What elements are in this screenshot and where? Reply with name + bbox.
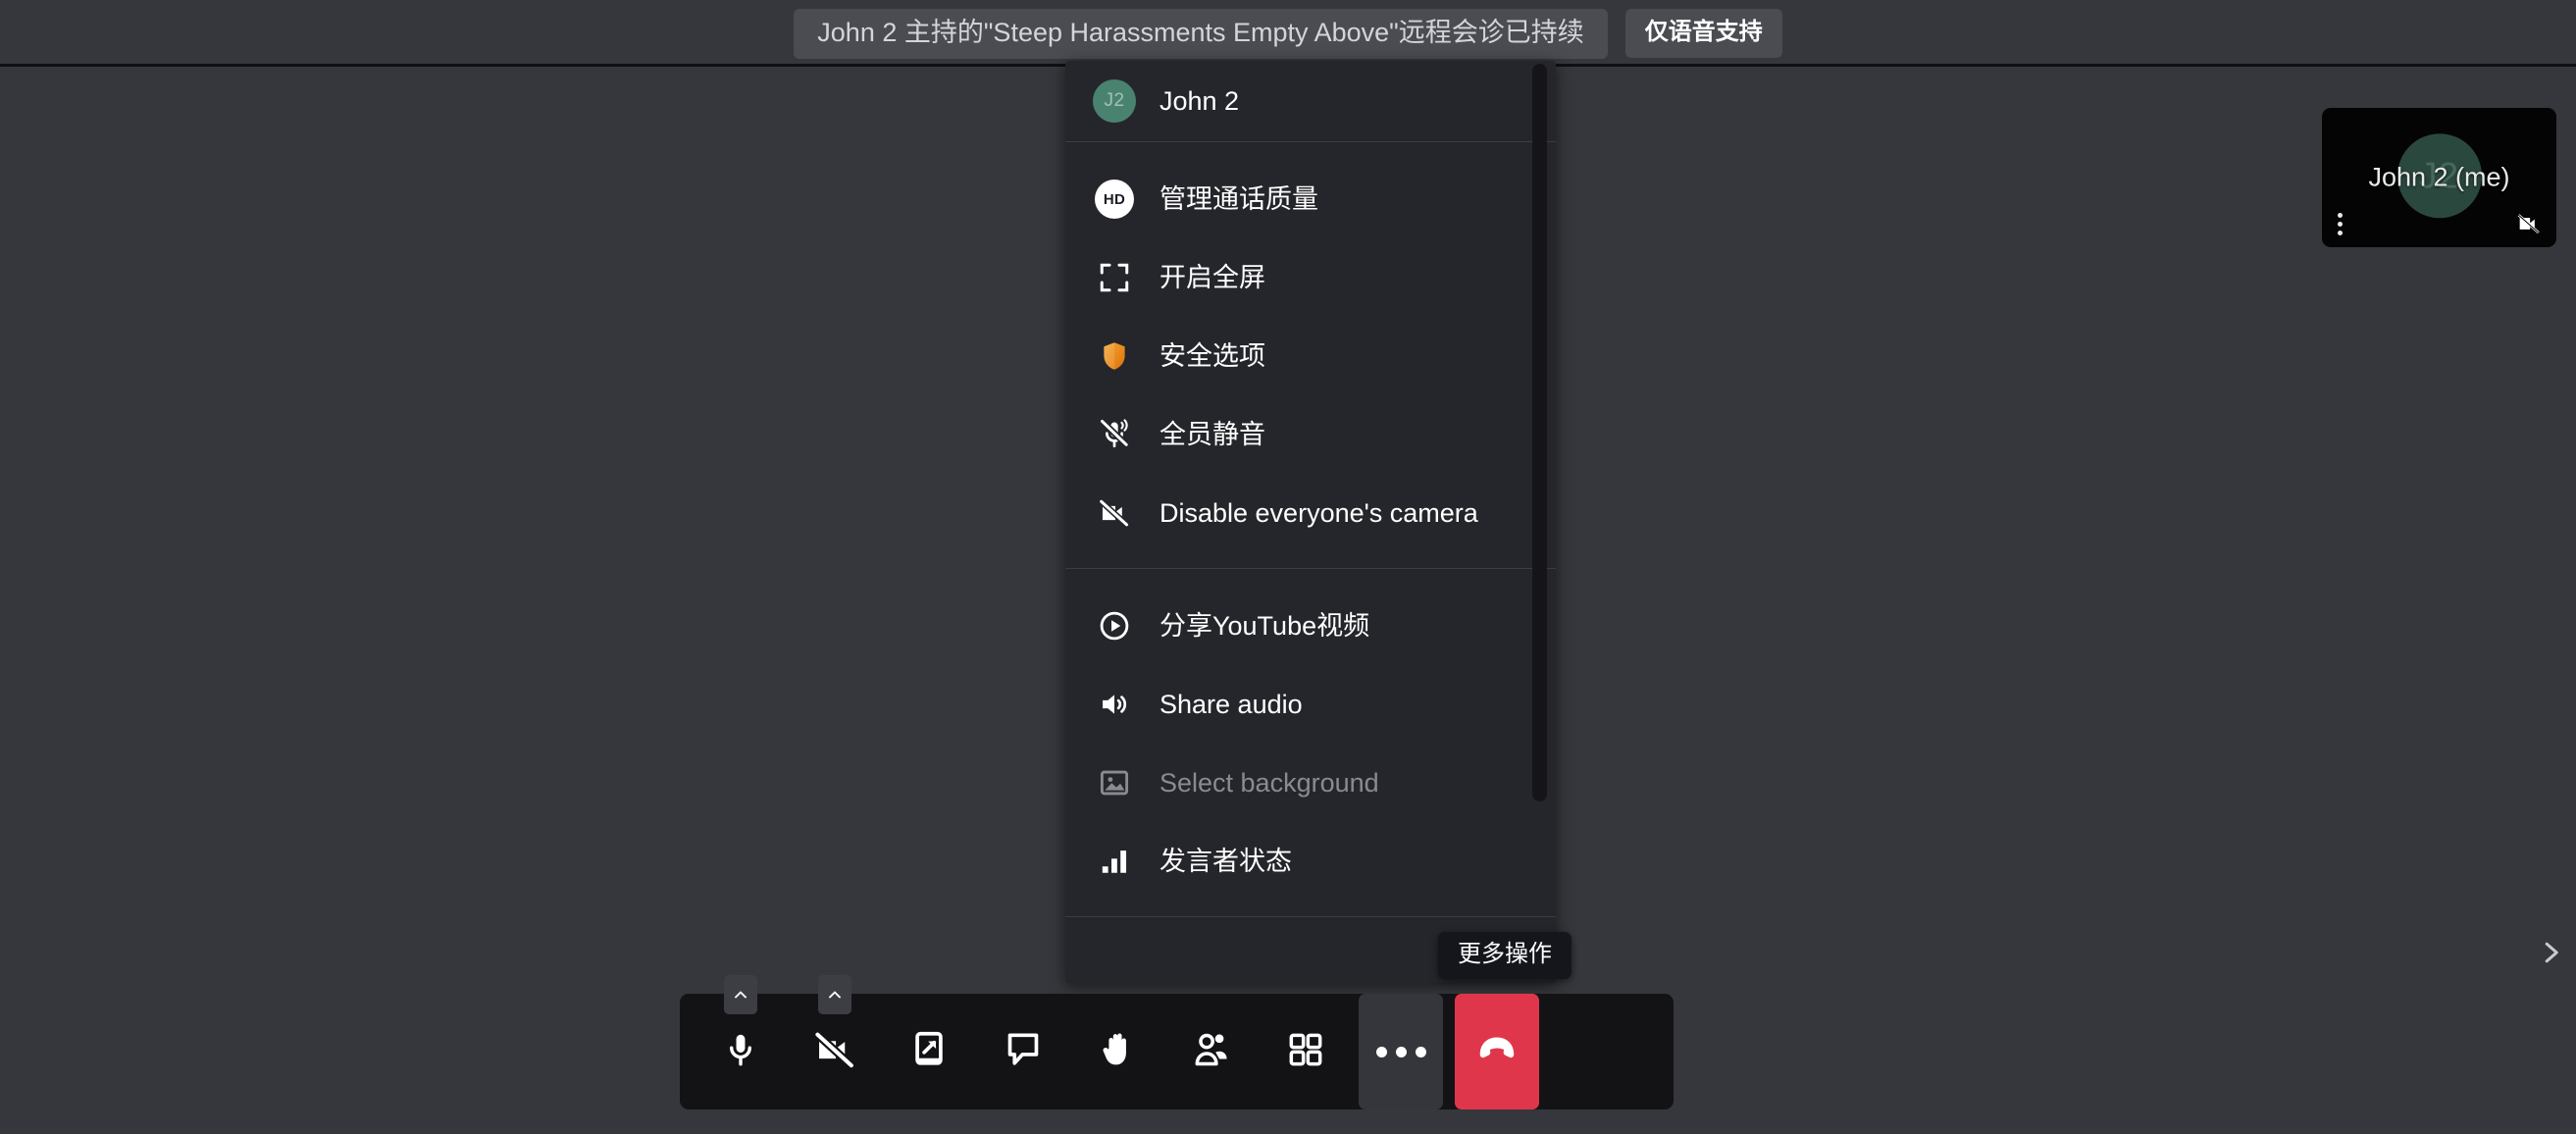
tile-view-button[interactable]	[1259, 1005, 1353, 1099]
menu-item-security-options[interactable]: 安全选项	[1065, 317, 1556, 395]
menu-item-label: 管理通话质量	[1159, 183, 1318, 214]
tooltip-more-actions: 更多操作	[1438, 932, 1571, 979]
play-circle-icon	[1093, 604, 1136, 647]
microphone-button[interactable]	[694, 975, 788, 1099]
participants-icon	[1191, 1029, 1232, 1075]
speaker-icon	[1093, 683, 1136, 726]
raise-hand-icon	[1097, 1029, 1138, 1075]
conference-subject-pill: John 2 主持的"Steep Harassments Empty Above…	[794, 8, 1608, 59]
menu-item-profile[interactable]: J2 John 2	[1065, 61, 1556, 141]
disable-camera-everyone-icon	[1093, 491, 1136, 535]
tile-view-icon	[1286, 1030, 1325, 1074]
menu-item-label: 全员静音	[1159, 419, 1265, 449]
hangup-button[interactable]	[1455, 994, 1539, 1109]
microphone-options-chevron-up-icon[interactable]	[724, 975, 757, 1014]
meeting-toolbar	[680, 975, 1674, 1109]
divider	[1065, 916, 1556, 917]
menu-scrollbar[interactable]	[1532, 64, 1547, 801]
menu-item-label: 发言者状态	[1159, 846, 1292, 876]
camera-off-icon	[2515, 210, 2543, 237]
menu-item-share-audio[interactable]: Share audio	[1065, 665, 1556, 744]
menu-item-label: Select background	[1159, 767, 1379, 798]
participants-button[interactable]	[1164, 1005, 1259, 1099]
hangup-icon	[1475, 1028, 1519, 1076]
menu-item-disable-everyone-camera[interactable]: Disable everyone's camera	[1065, 474, 1556, 552]
menu-item-select-background[interactable]: Select background	[1065, 744, 1556, 822]
more-vertical-icon[interactable]	[2338, 213, 2343, 235]
avatar-initials: J2	[1104, 90, 1125, 111]
menu-item-label: 分享YouTube视频	[1159, 610, 1370, 641]
more-horizontal-icon	[1375, 1046, 1426, 1057]
shield-icon	[1093, 335, 1136, 378]
more-actions-menu: J2 John 2 HD 管理通话质量 开启全屏 安全选项 全员静音 Disab…	[1065, 61, 1556, 983]
hd-quality-icon: HD	[1093, 178, 1136, 221]
header-row: John 2 主持的"Steep Harassments Empty Above…	[0, 0, 2576, 67]
menu-item-speaker-stats[interactable]: 发言者状态	[1065, 822, 1556, 901]
menu-item-mute-everyone[interactable]: 全员静音	[1065, 395, 1556, 474]
menu-item-label: Share audio	[1159, 689, 1303, 719]
screen-share-icon	[908, 1029, 950, 1075]
chevron-right-icon[interactable]	[2531, 930, 2570, 975]
self-display-name: John 2 (me)	[2368, 162, 2510, 192]
camera-button[interactable]	[788, 975, 882, 1099]
menu-item-fullscreen[interactable]: 开启全屏	[1065, 238, 1556, 317]
menu-scroll-area: J2 John 2 HD 管理通话质量 开启全屏 安全选项 全员静音 Disab…	[1065, 61, 1556, 983]
camera-options-chevron-up-icon[interactable]	[818, 975, 851, 1014]
mute-everyone-icon	[1093, 413, 1136, 456]
bar-chart-icon	[1093, 840, 1136, 883]
chat-bubble-icon	[1003, 1029, 1044, 1075]
raise-hand-button[interactable]	[1070, 1005, 1164, 1099]
menu-item-label: 安全选项	[1159, 340, 1265, 371]
image-icon	[1093, 761, 1136, 804]
menu-item-share-youtube-video[interactable]: 分享YouTube视频	[1065, 587, 1556, 665]
video-conference-app: John 2 主持的"Steep Harassments Empty Above…	[0, 0, 2576, 1134]
self-video-thumbnail[interactable]: J2 John 2 (me)	[2322, 108, 2556, 247]
avatar: J2	[1093, 79, 1136, 123]
more-actions-button[interactable]	[1359, 994, 1443, 1109]
fullscreen-icon	[1093, 256, 1136, 299]
audio-only-badge[interactable]: 仅语音支持	[1624, 9, 1782, 58]
menu-item-manage-call-quality[interactable]: HD 管理通话质量	[1065, 160, 1556, 238]
menu-item-label: Disable everyone's camera	[1159, 497, 1478, 528]
profile-name: John 2	[1159, 85, 1240, 116]
hd-badge-label: HD	[1095, 180, 1134, 219]
menu-item-label: 开启全屏	[1159, 262, 1265, 292]
camera-off-icon	[813, 1028, 856, 1076]
chat-button[interactable]	[976, 1005, 1070, 1099]
share-screen-button[interactable]	[882, 1005, 976, 1099]
microphone-icon	[720, 1029, 761, 1075]
